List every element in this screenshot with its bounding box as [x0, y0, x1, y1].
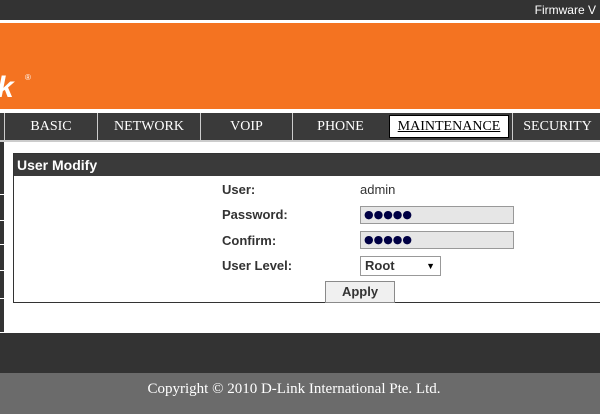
panel-title: User Modify: [17, 157, 98, 173]
panel-header: User Modify: [14, 154, 600, 176]
user-value: admin: [360, 182, 396, 197]
main-nav: BASIC NETWORK VOIP PHONE MAINTENANCE SEC…: [0, 113, 600, 140]
tab-maintenance[interactable]: MAINTENANCE: [389, 115, 509, 138]
chevron-down-icon: ▼: [426, 261, 435, 271]
user-level-value: Root: [365, 258, 395, 273]
firmware-version-label: Firmware V: [534, 3, 596, 17]
confirm-label: Confirm:: [222, 233, 277, 248]
dlink-logo: k: [0, 71, 14, 105]
user-level-select[interactable]: Root ▼: [360, 256, 441, 276]
content-bottom-bar: [0, 333, 600, 373]
tab-network[interactable]: NETWORK: [97, 113, 200, 140]
user-label: User:: [222, 182, 256, 197]
divider: [0, 140, 600, 142]
tab-voip[interactable]: VOIP: [200, 113, 292, 140]
tab-security[interactable]: SECURITY: [512, 113, 600, 140]
apply-button[interactable]: Apply: [325, 281, 395, 303]
user-modify-panel: User Modify User: admin Password: ●●●●● …: [13, 153, 600, 303]
side-menu-strip: [0, 142, 4, 332]
brand-banner: k ®: [0, 23, 600, 109]
password-field[interactable]: ●●●●●: [360, 206, 514, 224]
copyright-text: Copyright © 2010 D-Link International Pt…: [147, 381, 441, 397]
tab-phone[interactable]: PHONE: [292, 113, 388, 140]
user-level-label: User Level:: [222, 258, 293, 273]
registered-mark: ®: [25, 73, 31, 82]
tab-basic[interactable]: BASIC: [4, 113, 97, 140]
confirm-password-field[interactable]: ●●●●●: [360, 231, 514, 249]
top-bar: Firmware V: [0, 0, 600, 20]
password-label: Password:: [222, 207, 288, 222]
